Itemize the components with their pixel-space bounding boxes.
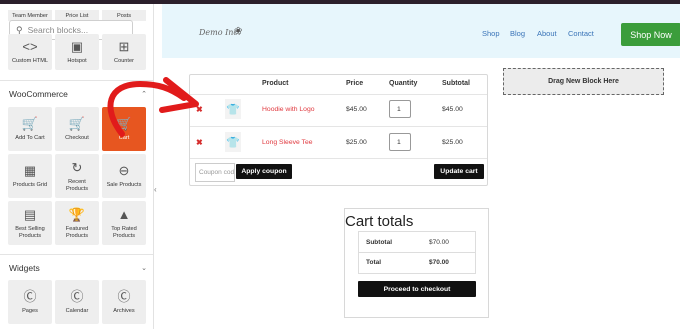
row-divider	[190, 158, 487, 159]
row-divider	[190, 126, 487, 127]
drag-new-block-dropzone[interactable]: Drag New Block Here	[503, 68, 664, 95]
column-header-subtotal: Subtotal	[442, 80, 470, 87]
nav-link-blog[interactable]: Blog	[510, 29, 525, 38]
coupon-code-input[interactable]: Coupon code	[195, 163, 235, 182]
tile-label: Add To Cart	[15, 135, 45, 142]
tile-sale-products[interactable]: ⊖ Sale Products	[102, 154, 146, 198]
tile-label: Archives	[113, 308, 135, 315]
product-price: $45.00	[346, 106, 367, 113]
proceed-to-checkout-button[interactable]: Proceed to checkout	[358, 281, 476, 297]
row-divider	[359, 252, 475, 253]
column-header-quantity: Quantity	[389, 80, 418, 87]
quantity-input[interactable]: 1	[389, 133, 411, 151]
wordpress-icon: Ⓒ	[23, 289, 37, 305]
tile-calendar[interactable]: Ⓒ Calendar	[55, 280, 99, 324]
divider	[0, 254, 153, 255]
section-title: Widgets	[9, 263, 40, 273]
wordpress-icon: Ⓒ	[117, 289, 131, 305]
apply-coupon-button[interactable]: Apply coupon	[236, 164, 292, 179]
tile-pages[interactable]: Ⓒ Pages	[8, 280, 52, 324]
logo-flower-icon: ❀	[234, 26, 243, 37]
tile-add-to-cart[interactable]: 🛒 Add To Cart	[8, 107, 52, 151]
block-sidebar: Team Member Price List Posts ⚲ Search bl…	[0, 4, 154, 329]
column-header-product: Product	[262, 80, 289, 87]
top-rated-icon: ▲	[117, 207, 131, 222]
subtotal-label: Subtotal	[366, 239, 392, 246]
widgets-tiles-grid: Ⓒ Pages Ⓒ Calendar Ⓒ Archives	[8, 280, 146, 324]
tile-archives[interactable]: Ⓒ Archives	[102, 280, 146, 324]
section-title: WooCommerce	[9, 89, 68, 99]
checkout-cart-icon: 🛒	[68, 116, 86, 132]
total-value: $70.00	[429, 259, 449, 266]
subtotal-value: $70.00	[429, 239, 449, 246]
product-price: $25.00	[346, 139, 367, 146]
sale-icon: ⊖	[118, 163, 130, 179]
tile-label: Calendar	[65, 308, 89, 315]
nav-link-contact[interactable]: Contact	[568, 29, 594, 38]
tile-label: Recent Products	[65, 179, 89, 192]
tile-featured-products[interactable]: 🏆 Featured Products	[55, 201, 99, 245]
cart-totals-title: Cart totals	[345, 213, 414, 230]
nav-link-about[interactable]: About	[537, 29, 557, 38]
site-header: Demo Inc. ❀ Shop Blog About Contact Shop…	[162, 4, 680, 58]
tile-label: Products Grid	[12, 182, 48, 189]
trophy-icon: 🏆	[68, 207, 86, 222]
update-cart-button[interactable]: Update cart	[434, 164, 484, 179]
tile-top-rated-products[interactable]: ▲ Top Rated Products	[102, 201, 146, 245]
tile-custom-html[interactable]: <> Custom HTML	[8, 34, 52, 70]
code-icon: <>	[22, 39, 38, 55]
add-to-cart-icon: 🛒	[21, 116, 39, 132]
cart-totals-panel: Cart totals Subtotal $70.00 Total $70.00…	[344, 208, 489, 318]
column-header-price: Price	[346, 80, 364, 87]
tile-label: Featured Products	[65, 226, 89, 239]
annotation-arrow-icon	[107, 77, 199, 137]
top-tiles-grid: <> Custom HTML ▣ Hotspot ⊞ Counter	[8, 34, 146, 70]
product-thumbnail-tee[interactable]: 👕	[225, 132, 241, 152]
tile-recent-products[interactable]: ↻ Recent Products	[55, 154, 99, 198]
tile-checkout[interactable]: 🛒 Checkout	[55, 107, 99, 151]
tile-label: Top Rated Products	[111, 226, 137, 239]
tile-hotspot[interactable]: ▣ Hotspot	[55, 34, 99, 70]
image-icon: ▣	[70, 39, 84, 55]
tile-best-selling-products[interactable]: ▤ Best Selling Products	[8, 201, 52, 245]
cart-table: Product Price Quantity Subtotal ✖ 👕 Hood…	[189, 74, 488, 186]
wordpress-icon: Ⓒ	[70, 289, 84, 305]
tile-label: Counter	[114, 58, 134, 65]
product-name-link[interactable]: Hoodie with Logo	[262, 106, 315, 113]
product-thumbnail-hoodie[interactable]: 👕	[225, 99, 241, 119]
tile-label: Hotspot	[67, 58, 87, 65]
best-selling-icon: ▤	[23, 207, 37, 222]
quantity-input[interactable]: 1	[389, 100, 411, 118]
tile-products-grid[interactable]: ▦ Products Grid	[8, 154, 52, 198]
counter-icon: ⊞	[118, 39, 130, 55]
shop-now-button[interactable]: Shop Now	[621, 23, 680, 46]
clock-icon: ↻	[71, 160, 83, 175]
tile-counter[interactable]: ⊞ Counter	[102, 34, 146, 70]
totals-table: Subtotal $70.00 Total $70.00	[358, 231, 476, 274]
product-name-link[interactable]: Long Sleeve Tee	[262, 139, 313, 146]
tile-label: Best Selling Products	[15, 226, 45, 239]
tile-label: Sale Products	[106, 182, 142, 189]
chevron-down-icon: ⌄	[141, 265, 147, 272]
tile-label: Pages	[22, 308, 38, 315]
product-subtotal: $25.00	[442, 139, 463, 146]
row-divider	[190, 94, 487, 95]
grid-list-icon: ▦	[23, 163, 37, 179]
product-subtotal: $45.00	[442, 106, 463, 113]
remove-item-icon[interactable]: ✖	[196, 138, 203, 147]
nav-link-shop[interactable]: Shop	[482, 29, 500, 38]
collapse-sidebar-chevron-icon[interactable]: ‹	[154, 185, 157, 194]
widgets-section-header[interactable]: Widgets ⌄	[9, 263, 147, 273]
tile-label: Checkout	[65, 135, 89, 142]
total-label: Total	[366, 259, 382, 266]
tile-label: Custom HTML	[11, 58, 49, 65]
